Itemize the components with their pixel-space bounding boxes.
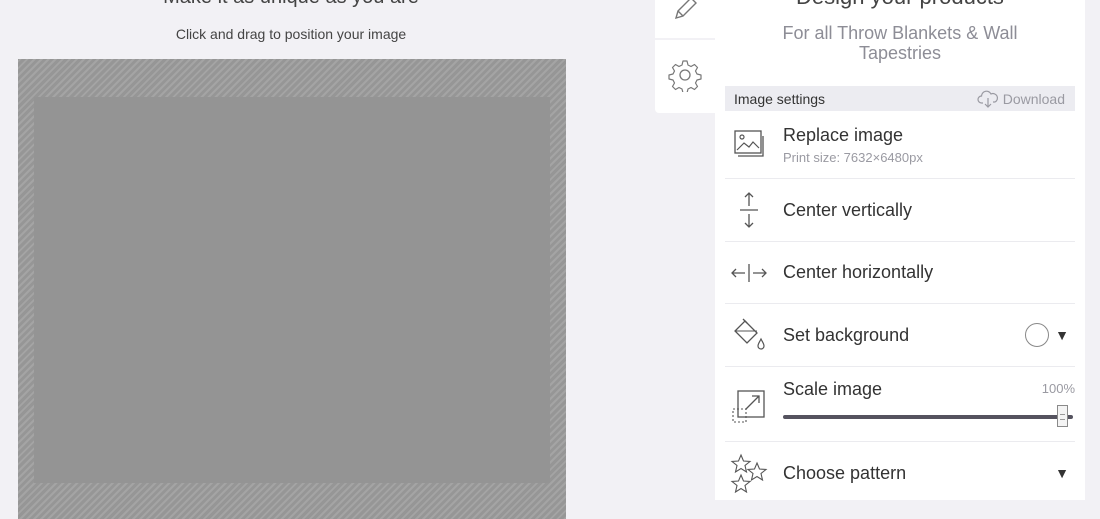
design-panel: Design your products For all Throw Blank… <box>715 0 1085 500</box>
image-placeholder[interactable] <box>34 97 550 483</box>
panel-subtitle: For all Throw Blankets & Wall Tapestries <box>782 23 1018 63</box>
background-color-swatch[interactable] <box>1025 323 1050 347</box>
image-settings-label: Image settings <box>734 90 826 107</box>
download-button[interactable]: Download <box>977 90 1065 108</box>
window-edge <box>1085 0 1100 500</box>
image-settings-bar: Image settings Download <box>725 86 1075 111</box>
chevron-down-icon[interactable]: ▼ <box>1055 465 1069 481</box>
replace-image-label: Replace image <box>783 125 904 145</box>
gear-icon <box>668 60 702 92</box>
chevron-down-icon[interactable]: ▼ <box>1055 327 1069 343</box>
scale-slider[interactable] <box>783 405 1073 427</box>
center-vertically-label: Center vertically <box>783 199 913 220</box>
images-icon <box>734 130 764 157</box>
download-label: Download <box>1002 90 1065 107</box>
tab-settings[interactable] <box>655 52 715 98</box>
center-horizontally-row[interactable]: Center horizontally <box>725 242 1075 304</box>
center-horizontally-label: Center horizontally <box>783 262 934 282</box>
set-background-label: Set background <box>783 324 910 345</box>
scale-percent: 100% <box>1041 381 1075 396</box>
center-vertically-row[interactable]: Center vertically <box>725 179 1075 242</box>
editor-instructions: Click and drag to position your image <box>175 26 407 42</box>
arrows-horizontal-icon <box>731 263 767 282</box>
tab-divider <box>655 38 715 40</box>
scale-image-row: Scale image 100% <box>725 367 1075 442</box>
panel-title: Design your products <box>715 0 1085 10</box>
replace-image-row[interactable]: Replace image Print size: 7632×6480px <box>725 112 1075 179</box>
arrows-vertical-icon <box>740 192 758 228</box>
stars-icon <box>730 453 768 493</box>
scale-slider-thumb[interactable] <box>1057 405 1068 427</box>
cloud-download-icon <box>977 90 998 108</box>
print-size-label: Print size: 7632×6480px <box>783 150 923 165</box>
scale-image-label: Scale image <box>783 379 883 399</box>
tab-design[interactable] <box>655 0 715 34</box>
pencil-icon <box>674 0 697 20</box>
editor-heading: Make it as unique as you are <box>0 0 582 9</box>
paint-bucket-icon <box>734 318 765 350</box>
choose-pattern-label: Choose pattern <box>783 462 907 483</box>
set-background-row[interactable]: Set background ▼ <box>725 304 1075 367</box>
design-canvas[interactable] <box>18 59 566 519</box>
choose-pattern-row[interactable]: Choose pattern ▼ <box>725 442 1075 504</box>
scale-icon <box>732 390 765 423</box>
